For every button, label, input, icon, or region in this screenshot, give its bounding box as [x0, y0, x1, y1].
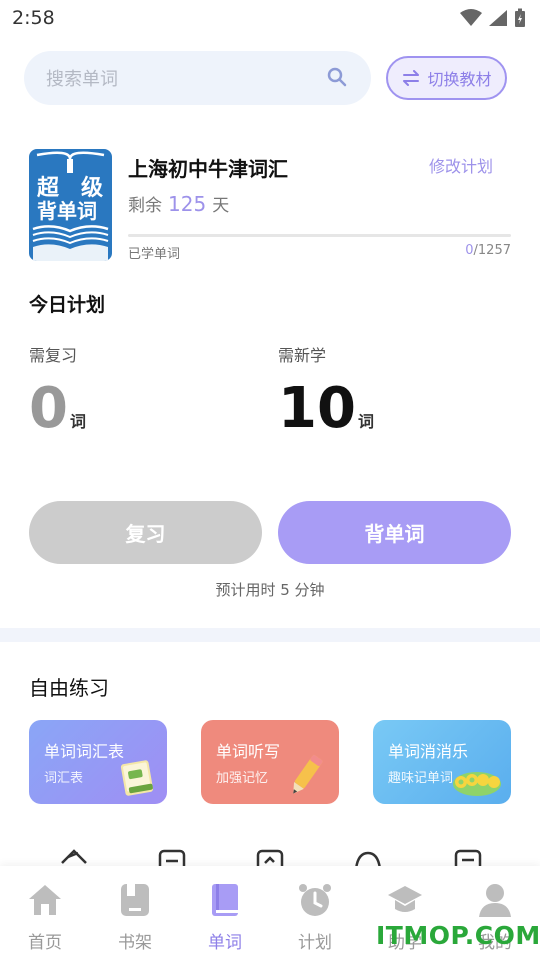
- review-count-value: 0: [29, 376, 68, 441]
- dictation-card[interactable]: 单词听写 加强记忆: [201, 720, 339, 804]
- review-button[interactable]: 复习: [29, 501, 262, 564]
- status-icons: [460, 8, 526, 28]
- signal-icon: [489, 10, 507, 26]
- learned-label: 已学单词: [128, 247, 181, 262]
- book-icon: [120, 760, 154, 796]
- section-divider: [0, 628, 540, 642]
- book-icon: [212, 884, 238, 916]
- new-count-value: 10: [278, 376, 356, 441]
- status-bar: 2:58: [0, 0, 540, 38]
- card-title: 单词听写: [216, 742, 281, 761]
- learned-current: 0: [465, 243, 474, 258]
- card-subtitle: 趣味记单词: [388, 771, 454, 786]
- status-time: 2:58: [12, 7, 55, 29]
- learned-total: /1257: [473, 243, 511, 258]
- review-count: 0词: [29, 378, 86, 453]
- nav-label: 首页: [28, 933, 62, 953]
- home-icon: [29, 885, 61, 915]
- card-subtitle: 词汇表: [44, 771, 84, 786]
- vocabulary-list-card[interactable]: 单词词汇表 词汇表: [29, 720, 167, 804]
- nav-label: 单词: [208, 933, 242, 953]
- nav-words[interactable]: 单词: [180, 866, 270, 960]
- remain-suffix: 天: [212, 196, 230, 216]
- days-remaining: 剩余 125 天: [128, 191, 229, 216]
- learned-count: 0/1257: [465, 243, 511, 258]
- tools-row: [0, 846, 540, 868]
- free-practice-title: 自由练习: [29, 676, 109, 700]
- review-unit: 词: [69, 412, 86, 431]
- bookshelf-icon: [121, 884, 149, 916]
- learn-words-button[interactable]: 背单词: [278, 501, 511, 564]
- new-label: 需新学: [278, 346, 327, 365]
- alarm-clock-icon: [299, 884, 331, 916]
- switch-textbook-button[interactable]: 切换教材: [386, 56, 507, 100]
- nav-plan[interactable]: 计划: [270, 866, 360, 960]
- remain-prefix: 剩余: [128, 196, 162, 216]
- nav-label: 计划: [298, 933, 332, 953]
- new-unit: 词: [357, 412, 374, 431]
- today-plan-title: 今日计划: [29, 294, 106, 316]
- estimated-time: 预计用时 5 分钟: [215, 581, 325, 599]
- nav-label: 书架: [118, 933, 152, 953]
- pencil-icon: [293, 754, 323, 794]
- book-title: 上海初中牛津词汇: [128, 157, 288, 181]
- nav-bookshelf[interactable]: 书架: [90, 866, 180, 960]
- search-input[interactable]: 搜索单词: [24, 51, 371, 105]
- search-icon[interactable]: [327, 67, 347, 87]
- remain-days: 125: [168, 192, 207, 216]
- swap-icon: [403, 70, 420, 86]
- modify-plan-link[interactable]: 修改计划: [429, 153, 493, 177]
- card-subtitle: 加强记忆: [216, 771, 269, 786]
- search-placeholder: 搜索单词: [46, 69, 118, 90]
- oops-badge-icon: [453, 772, 501, 796]
- new-count: 10 词: [278, 378, 374, 453]
- book-cover[interactable]: 超 级 背单词: [29, 149, 112, 261]
- learning-progress-bar: [128, 234, 511, 237]
- wifi-icon: [460, 9, 482, 26]
- card-title: 单词词汇表: [44, 742, 125, 761]
- user-icon: [479, 884, 511, 917]
- open-book-icon: [32, 151, 109, 261]
- review-label: 需复习: [29, 346, 78, 365]
- battery-icon: [515, 8, 525, 27]
- switch-textbook-label: 切换教材: [427, 70, 492, 89]
- graduation-cap-icon: [388, 886, 422, 912]
- watermark-logo: ITMOP.COM: [376, 921, 540, 950]
- card-title: 单词消消乐: [388, 742, 469, 761]
- word-match-card[interactable]: 单词消消乐 趣味记单词: [373, 720, 511, 804]
- nav-home[interactable]: 首页: [0, 866, 90, 960]
